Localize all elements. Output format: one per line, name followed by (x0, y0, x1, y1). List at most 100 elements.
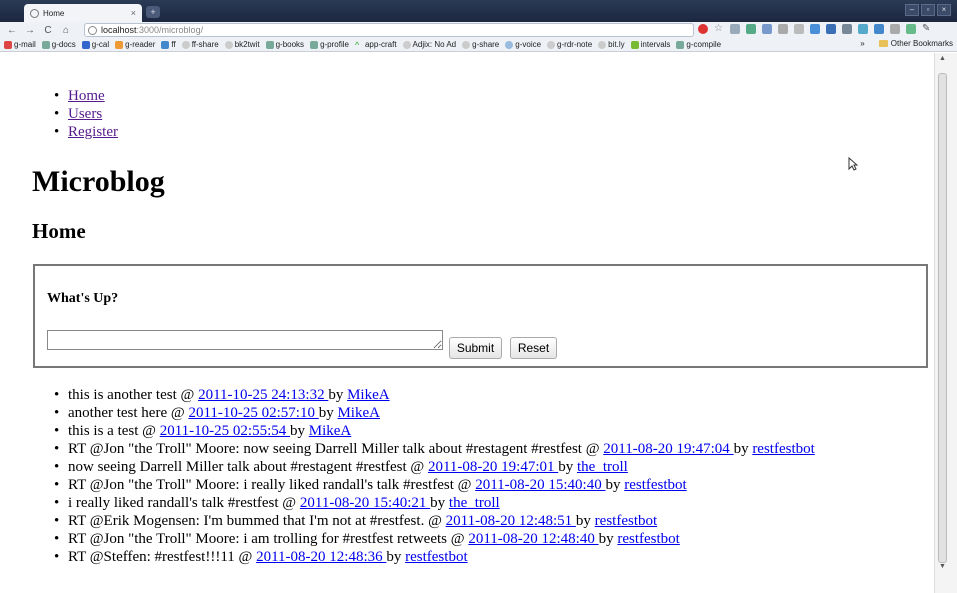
cloud-extension-icon[interactable] (890, 24, 900, 34)
folder-icon (878, 40, 888, 47)
nav-link-users[interactable]: Users (68, 106, 102, 122)
reset-button[interactable]: Reset (510, 337, 557, 359)
post-user-link[interactable]: MikeA (347, 387, 390, 403)
bookmark-ff[interactable]: ff (161, 40, 176, 49)
post-date-link[interactable]: 2011-08-20 15:40:40 (475, 477, 605, 493)
vertical-scrollbar[interactable]: ▲ ▼ (934, 53, 957, 593)
globe-icon (547, 40, 556, 49)
main-nav: Home Users Register (34, 87, 118, 141)
browser-tab[interactable]: Home × (24, 4, 142, 22)
bookmark-ff-share[interactable]: ff-share (181, 40, 219, 49)
post-user-link[interactable]: restfestbot (617, 531, 679, 547)
tab-title: Home (43, 8, 65, 18)
bookmark-greader[interactable]: g-reader (115, 40, 155, 49)
globe-extension-icon[interactable] (874, 24, 884, 34)
bookmark-bk2twit[interactable]: bk2twit (224, 40, 260, 49)
back-arrow-icon[interactable]: ← (6, 25, 18, 36)
calendar-extension-icon[interactable] (762, 24, 772, 34)
globe-icon (402, 40, 411, 49)
post-item: RT @Jon "the Troll" Moore: now seeing Da… (34, 440, 815, 458)
url-host: localhost (101, 25, 137, 35)
post-date-link[interactable]: 2011-08-20 12:48:36 (256, 549, 386, 565)
status-form: What's Up? Submit Reset (33, 264, 928, 368)
post-by: by (430, 495, 449, 511)
address-bar[interactable]: localhost:3000/microblog/ (84, 23, 694, 37)
bookmark-bitly[interactable]: bit.ly (598, 40, 625, 49)
post-by: by (328, 387, 348, 403)
nav-link-home[interactable]: Home (68, 88, 105, 104)
wrench-icon[interactable]: ✎ (922, 24, 932, 34)
bookmark-intervals[interactable]: intervals (630, 40, 670, 49)
post-date-link[interactable]: 2011-08-20 12:48:40 (468, 531, 598, 547)
globe-icon (598, 40, 607, 49)
minimize-button[interactable]: – (905, 4, 919, 16)
bookmarks-overflow-chevron[interactable]: » (860, 39, 864, 48)
post-user-link[interactable]: MikeA (337, 405, 380, 421)
post-text: RT @Erik Mogensen: I'm bummed that I'm n… (68, 513, 446, 529)
post-item: this is another test @ 2011-10-25 24:13:… (34, 386, 815, 404)
maximize-button[interactable]: ▫ (921, 4, 935, 16)
post-date-link[interactable]: 2011-10-25 24:13:32 (198, 387, 328, 403)
post-user-link[interactable]: MikeA (309, 423, 352, 439)
scroll-thumb[interactable] (938, 73, 947, 563)
books-extension-icon[interactable] (906, 24, 916, 34)
scroll-up-arrow-icon[interactable]: ▲ (938, 55, 947, 65)
other-bookmarks[interactable]: » Other Bookmarks (860, 39, 953, 48)
post-text: RT @Jon "the Troll" Moore: now seeing Da… (68, 441, 604, 457)
bookmark-adjix[interactable]: Adjix: No Ad (402, 40, 456, 49)
globe-icon (181, 40, 190, 49)
caret-icon: ^ (354, 39, 360, 50)
bookmark-gcal[interactable]: g-cal (81, 40, 109, 49)
scroll-down-arrow-icon[interactable]: ▼ (938, 563, 947, 573)
tab-close-icon[interactable]: × (131, 8, 136, 18)
reload-icon[interactable]: C (42, 25, 54, 36)
post-user-link[interactable]: the_troll (577, 459, 628, 475)
post-text: RT @Jon "the Troll" Moore: i really like… (68, 477, 476, 493)
pen-extension-icon[interactable] (778, 24, 788, 34)
feed-extension-icon[interactable] (746, 24, 756, 34)
post-list: this is another test @ 2011-10-25 24:13:… (34, 386, 815, 566)
bookmark-gbooks[interactable]: g-books (265, 40, 304, 49)
post-user-link[interactable]: the_troll (449, 495, 500, 511)
globe-icon (88, 26, 97, 35)
bookmark-gprofile[interactable]: g-profile (310, 40, 349, 49)
post-date-link[interactable]: 2011-08-20 19:47:04 (603, 441, 733, 457)
bookmark-grdr-note[interactable]: g-rdr-note (547, 40, 592, 49)
post-user-link[interactable]: restfestbot (752, 441, 814, 457)
forward-arrow-icon[interactable]: → (24, 25, 36, 36)
page-heading: Home (32, 219, 86, 243)
bookmark-gdocs[interactable]: g-docs (41, 40, 76, 49)
bookmark-gmail[interactable]: g-mail (4, 40, 36, 49)
submit-button[interactable]: Submit (449, 337, 502, 359)
record-extension-icon[interactable] (698, 24, 708, 34)
intervals-icon (630, 40, 639, 49)
post-item: now seeing Darrell Miller talk about #re… (34, 458, 815, 476)
bookmark-gcompile[interactable]: g-compile (676, 40, 721, 49)
bookmark-app-craft[interactable]: ^ app-craft (355, 40, 397, 49)
post-date-link[interactable]: 2011-10-25 02:57:10 (188, 405, 318, 421)
post-user-link[interactable]: restfestbot (595, 513, 657, 529)
bookmark-gshare[interactable]: g-share (462, 40, 499, 49)
sync-extension-icon[interactable] (858, 24, 868, 34)
status-input[interactable] (47, 330, 443, 350)
puzzle-extension-icon[interactable] (842, 24, 852, 34)
post-date-link[interactable]: 2011-10-25 02:55:54 (160, 423, 290, 439)
si-extension-icon[interactable] (826, 24, 836, 34)
home-icon[interactable]: ⌂ (60, 25, 72, 36)
post-by: by (598, 531, 618, 547)
post-user-link[interactable]: restfestbot (405, 549, 467, 565)
star-icon[interactable]: ☆ (714, 24, 724, 34)
timer-extension-icon[interactable] (794, 24, 804, 34)
new-tab-button[interactable]: + (146, 6, 160, 18)
close-window-button[interactable]: × (937, 4, 951, 16)
post-user-link[interactable]: restfestbot (624, 477, 686, 493)
other-bookmarks-label: Other Bookmarks (890, 39, 953, 48)
post-date-link[interactable]: 2011-08-20 19:47:01 (428, 459, 558, 475)
post-by: by (318, 405, 338, 421)
skype-extension-icon[interactable] (810, 24, 820, 34)
post-date-link[interactable]: 2011-08-20 12:48:51 (446, 513, 576, 529)
post-date-link[interactable]: 2011-08-20 15:40:21 (300, 495, 430, 511)
bookmark-gvoice[interactable]: g-voice (505, 40, 541, 49)
page-extension-icon[interactable] (730, 24, 740, 34)
nav-link-register[interactable]: Register (68, 124, 118, 140)
